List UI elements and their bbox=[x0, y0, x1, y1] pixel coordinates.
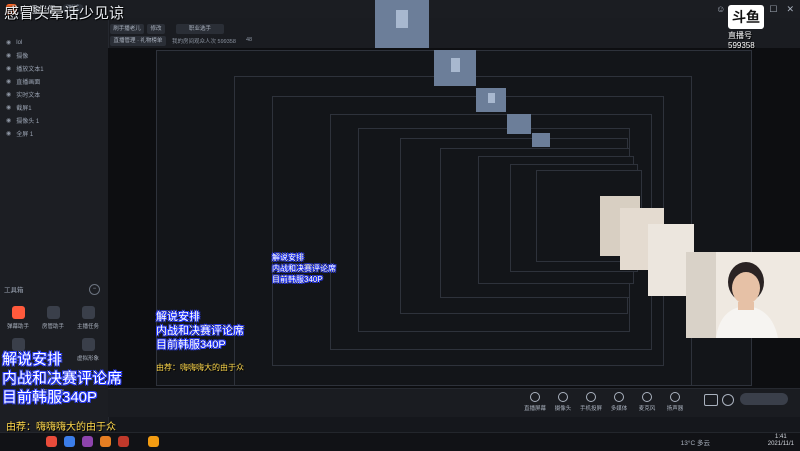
room-number: 599358 bbox=[728, 41, 755, 50]
info-line: 解说安排 bbox=[2, 351, 63, 368]
info-line: 内战和决赛评论席 bbox=[272, 264, 336, 273]
button-label: 直播屏幕 bbox=[523, 406, 546, 412]
capture-thumbnail bbox=[507, 114, 531, 134]
eye-icon[interactable]: ◉ bbox=[6, 130, 11, 137]
heat-count: 48 bbox=[246, 37, 253, 43]
eye-icon[interactable]: ◉ bbox=[6, 91, 11, 98]
clock-date: 2021/11/1 bbox=[767, 441, 794, 447]
tool-manager[interactable]: 房管助手 bbox=[38, 306, 68, 330]
app-icon[interactable] bbox=[118, 436, 129, 447]
scene-label: lol bbox=[16, 39, 23, 46]
button-label: 麦克风 bbox=[638, 406, 656, 412]
settings-icon[interactable] bbox=[722, 394, 734, 406]
scene-item[interactable]: ◉ 全屏 1 bbox=[2, 127, 106, 140]
scene-label: 播放文本1 bbox=[16, 67, 44, 73]
camera-icon bbox=[558, 392, 568, 402]
scene-item[interactable]: ◉ 实时文本 bbox=[2, 88, 106, 101]
tool-danmu[interactable]: 弹幕助手 bbox=[3, 306, 33, 330]
info-line: 解说安排 bbox=[156, 311, 200, 323]
info-overlay-mirror: 解说安排 内战和决赛评论席 目前韩服340P bbox=[156, 310, 244, 352]
scene-item[interactable]: ◉ lol bbox=[2, 36, 106, 49]
webcam-feed bbox=[686, 252, 800, 338]
category-chip[interactable]: 职业选手 bbox=[176, 24, 224, 34]
screen-icon bbox=[530, 392, 540, 402]
eye-icon[interactable]: ◉ bbox=[6, 78, 11, 85]
scene-label: 摄像 bbox=[16, 54, 29, 60]
scene-item[interactable]: ◉ 截屏1 bbox=[2, 101, 106, 114]
skin-icon[interactable]: ☺ bbox=[716, 4, 725, 15]
mic-icon bbox=[642, 392, 652, 402]
scene-list: ◉ lol ◉ 摄像 ◉ 播放文本1 ◉ 直播画面 ◉ 实时文本 ◉ 截屏1 ◉ 摄像头 1 … bbox=[2, 36, 106, 140]
scene-label: 直播画面 bbox=[16, 80, 41, 86]
clock-time: 1:41 bbox=[775, 434, 787, 440]
room-stats: 我的房间观众人次 599358 bbox=[172, 39, 236, 45]
scene-label: 实时文本 bbox=[16, 93, 41, 99]
bottom-toolbar bbox=[108, 388, 800, 417]
eye-icon[interactable]: ◉ bbox=[6, 65, 11, 72]
stream-title-overlay: 感冒头晕话少见谅 bbox=[4, 5, 125, 22]
douyu-subtext: 直播号 bbox=[728, 31, 752, 40]
eye-icon[interactable]: ◉ bbox=[6, 117, 11, 124]
edit-button[interactable]: 修改 bbox=[147, 24, 165, 34]
chrome-icon[interactable] bbox=[46, 436, 57, 447]
user-chip[interactable]: 刷手播老儿 bbox=[110, 24, 144, 34]
tools-header: 工具箱 bbox=[4, 287, 24, 294]
eye-icon[interactable]: ◉ bbox=[6, 104, 11, 111]
scene-label: 截屏1 bbox=[16, 106, 32, 112]
clock[interactable]: 1:41 2021/11/1 bbox=[768, 434, 794, 448]
info-overlay: 解说安排 内战和决赛评论席 目前韩服340P bbox=[2, 350, 122, 407]
info-overlay-mirror: 解说安排 内战和决赛评论席 目前韩服340P bbox=[272, 252, 336, 285]
scene-item[interactable]: ◉ 摄像头 1 bbox=[2, 114, 106, 127]
button-label: 扬声器 bbox=[666, 406, 684, 412]
capture-thumbnail bbox=[532, 133, 550, 147]
eye-icon[interactable]: ◉ bbox=[6, 52, 11, 59]
douyu-logo: 斗鱼 bbox=[728, 5, 764, 29]
tool-label: 主播任务 bbox=[76, 324, 99, 330]
scene-label: 全屏 1 bbox=[16, 132, 34, 138]
info-line: 目前韩服340P bbox=[156, 339, 226, 351]
start-live-button[interactable] bbox=[740, 393, 788, 405]
danmu-overlay: 由荐：嗨嗨嗨大的由于众 bbox=[6, 422, 116, 433]
live-manage-chip[interactable]: 直播管理 · 礼物榜单 bbox=[110, 36, 166, 46]
browser-icon[interactable] bbox=[64, 436, 75, 447]
live-app-icon[interactable] bbox=[148, 436, 159, 447]
speaker-button[interactable]: 扬声器 bbox=[658, 392, 692, 412]
eye-icon[interactable]: ◉ bbox=[6, 39, 11, 46]
phone-cast-icon bbox=[586, 392, 596, 402]
button-label: 多媒体 bbox=[610, 406, 628, 412]
manager-tool-icon bbox=[46, 306, 60, 319]
scene-label: 摄像头 1 bbox=[16, 119, 40, 125]
scene-item[interactable]: ◉ 播放文本1 bbox=[2, 62, 106, 75]
tool-label: 弹幕助手 bbox=[6, 324, 29, 330]
info-line: 内战和决赛评论席 bbox=[156, 325, 244, 337]
info-line: 解说安排 bbox=[272, 253, 304, 262]
media-icon bbox=[614, 392, 624, 402]
scene-item[interactable]: ◉ 直播画面 bbox=[2, 75, 106, 88]
info-line: 内战和决赛评论席 bbox=[2, 370, 123, 387]
capture-thumbnail bbox=[476, 88, 506, 112]
info-line: 目前韩服340P bbox=[272, 275, 323, 284]
button-label: 手机投屏 bbox=[579, 406, 602, 412]
app-icon[interactable] bbox=[82, 436, 93, 447]
info-line: 目前韩服340P bbox=[2, 389, 98, 406]
capture-thumbnail bbox=[434, 50, 476, 86]
collapse-icon[interactable]: − bbox=[89, 284, 100, 295]
capture-thumbnail bbox=[375, 0, 429, 48]
danmu-overlay-mirror: 由荐：嗨嗨嗨大的由于众 bbox=[156, 363, 244, 372]
weather-widget[interactable]: 13°C 多云 bbox=[681, 437, 710, 447]
task-tool-icon bbox=[81, 306, 95, 319]
record-icon[interactable] bbox=[704, 394, 718, 406]
button-label: 摄像头 bbox=[554, 406, 572, 412]
scene-item[interactable]: ◉ 摄像 bbox=[2, 49, 106, 62]
tool-label: 房管助手 bbox=[41, 324, 64, 330]
app-icon[interactable] bbox=[100, 436, 111, 447]
tool-task[interactable]: 主播任务 bbox=[73, 306, 103, 330]
speaker-icon bbox=[670, 392, 680, 402]
danmu-tool-icon bbox=[11, 306, 25, 319]
douyu-watermark: 斗鱼 直播号 599358 bbox=[728, 5, 794, 50]
